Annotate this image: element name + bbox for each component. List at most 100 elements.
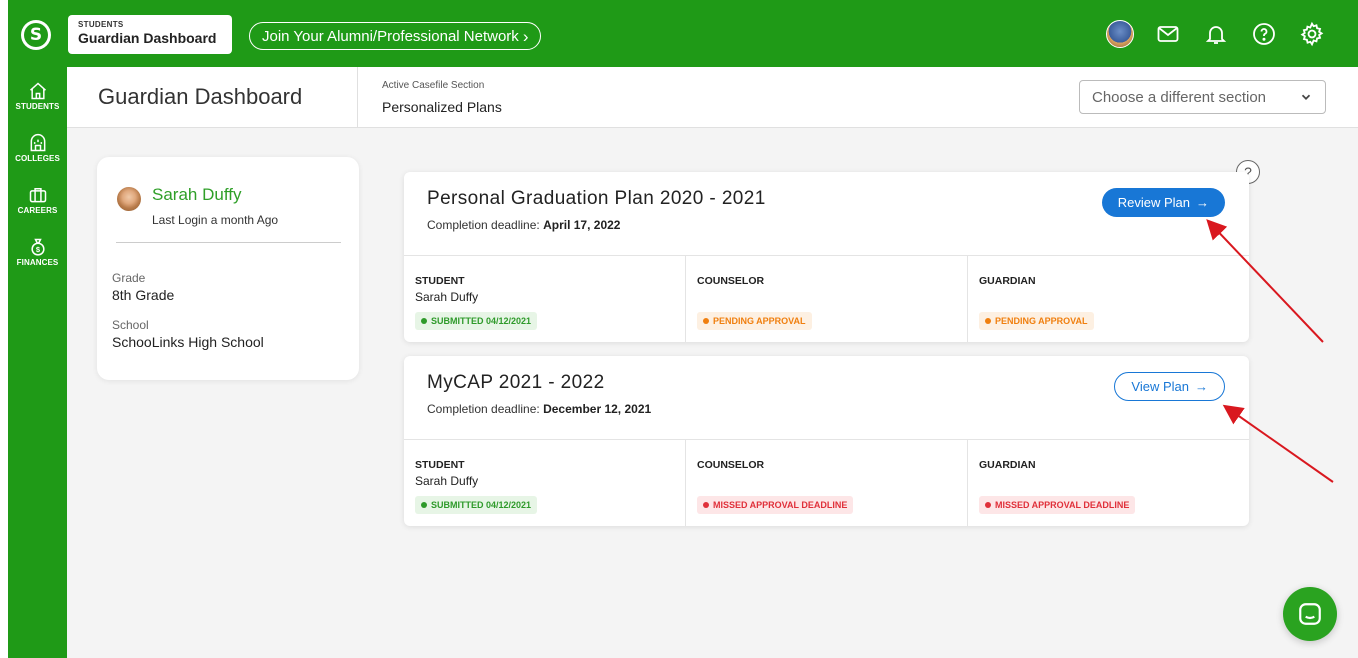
plan-status-columns: STUDENT Sarah Duffy SUBMITTED 04/12/2021… (404, 256, 1249, 342)
deadline-prefix: Completion deadline: (427, 218, 540, 232)
guardian-column: GUARDIAN PENDING APPROVAL (968, 256, 1249, 342)
deadline-date: April 17, 2022 (543, 218, 621, 232)
active-section-label: Active Casefile Section (382, 80, 485, 91)
sidebar-item-label: STUDENTS (15, 102, 60, 111)
status-badge: SUBMITTED 04/12/2021 (415, 312, 538, 330)
home-icon (29, 82, 46, 100)
school-label: School (112, 318, 149, 332)
column-header: GUARDIAN (979, 275, 1036, 287)
schoolinks-logo[interactable]: S (21, 20, 51, 50)
status-dot (985, 318, 991, 324)
section-select-dropdown[interactable]: Choose a different section (1079, 80, 1326, 114)
column-header: STUDENT (415, 275, 465, 287)
counselor-column: COUNSELOR PENDING APPROVAL (686, 256, 968, 342)
bell-icon[interactable] (1202, 20, 1230, 48)
view-plan-button[interactable]: View Plan → (1114, 372, 1225, 401)
svg-text:$: $ (35, 245, 40, 254)
status-badge: SUBMITTED 04/12/2021 (415, 496, 538, 514)
status-dot (421, 502, 427, 508)
column-header: COUNSELOR (697, 275, 765, 287)
arrow-right-icon: → (1196, 195, 1209, 210)
section-select-placeholder: Choose a different section (1092, 88, 1267, 106)
plan-title: Personal Graduation Plan 2020 - 2021 (427, 188, 766, 209)
status-dot (703, 502, 709, 508)
app-switcher-title: Guardian Dashboard (78, 30, 217, 46)
header-divider (357, 67, 358, 128)
student-column: STUDENT Sarah Duffy SUBMITTED 04/12/2021 (404, 256, 686, 342)
help-icon[interactable] (1250, 20, 1278, 48)
guardian-column: GUARDIAN MISSED APPROVAL DEADLINE (968, 440, 1249, 526)
status-badge: PENDING APPROVAL (979, 312, 1094, 330)
deadline-prefix: Completion deadline: (427, 402, 540, 416)
mail-icon[interactable] (1154, 20, 1182, 48)
plan-card-header: MyCAP 2021 - 2022 Completion deadline: D… (404, 356, 1249, 440)
briefcase-icon (29, 188, 46, 203)
plan-card-graduation: Personal Graduation Plan 2020 - 2021 Com… (404, 172, 1249, 342)
column-header: STUDENT (415, 459, 465, 471)
student-name[interactable]: Sarah Duffy (152, 185, 241, 205)
money-bag-icon: $ (30, 238, 45, 256)
arrow-right-icon: → (1195, 379, 1208, 394)
chevron-right-icon: › (522, 26, 529, 46)
top-icon-group (1106, 20, 1326, 48)
plan-deadline: Completion deadline: December 12, 2021 (427, 402, 651, 416)
status-text: SUBMITTED 04/12/2021 (431, 316, 532, 326)
student-column: STUDENT Sarah Duffy SUBMITTED 04/12/2021 (404, 440, 686, 526)
column-header: GUARDIAN (979, 459, 1036, 471)
join-network-button[interactable]: Join Your Alumni/Professional Network › (249, 22, 542, 50)
student-avatar (117, 187, 141, 211)
column-header: COUNSELOR (697, 459, 765, 471)
app-window: S STUDENTS Guardian Dashboard Join Your … (8, 0, 1358, 658)
profile-divider (116, 242, 341, 243)
chat-launcher-button[interactable] (1283, 587, 1337, 641)
avatar-image (1106, 20, 1134, 48)
sidebar-item-colleges[interactable]: COLLEGES (8, 133, 67, 163)
active-section-value: Personalized Plans (382, 99, 502, 115)
left-sidebar: STUDENTS COLLEGES CAREERS $ FINANCES (8, 67, 67, 658)
user-avatar[interactable] (1106, 20, 1134, 48)
status-dot (421, 318, 427, 324)
column-person: Sarah Duffy (415, 474, 479, 488)
column-person: Sarah Duffy (415, 290, 479, 304)
status-text: MISSED APPROVAL DEADLINE (713, 500, 848, 510)
grade-value: 8th Grade (112, 287, 175, 303)
status-badge: PENDING APPROVAL (697, 312, 812, 330)
plan-deadline: Completion deadline: April 17, 2022 (427, 218, 620, 232)
grade-label: Grade (112, 271, 146, 285)
status-dot (703, 318, 709, 324)
status-dot (985, 502, 991, 508)
page-title: Guardian Dashboard (98, 84, 303, 109)
school-value: SchooLinks High School (112, 334, 264, 350)
app-switcher[interactable]: STUDENTS Guardian Dashboard (68, 15, 232, 54)
status-text: SUBMITTED 04/12/2021 (431, 500, 532, 510)
counselor-column: COUNSELOR MISSED APPROVAL DEADLINE (686, 440, 968, 526)
status-badge: MISSED APPROVAL DEADLINE (979, 496, 1136, 514)
review-plan-label: Review Plan (1117, 195, 1190, 210)
sidebar-item-label: FINANCES (16, 258, 59, 267)
page-header: Guardian Dashboard Active Casefile Secti… (67, 67, 1358, 128)
chat-icon (1299, 603, 1321, 625)
gear-icon[interactable] (1298, 20, 1326, 48)
status-text: PENDING APPROVAL (995, 316, 1088, 326)
deadline-date: December 12, 2021 (543, 402, 652, 416)
sidebar-item-finances[interactable]: $ FINANCES (8, 237, 67, 267)
plan-card-header: Personal Graduation Plan 2020 - 2021 Com… (404, 172, 1249, 256)
review-plan-button[interactable]: Review Plan → (1101, 188, 1225, 217)
logo-mark: S (24, 23, 48, 47)
college-icon (30, 133, 45, 152)
plan-status-columns: STUDENT Sarah Duffy SUBMITTED 04/12/2021… (404, 440, 1249, 526)
chevron-down-icon (1301, 94, 1311, 100)
plan-title: MyCAP 2021 - 2022 (427, 372, 605, 393)
last-login-text: Last Login a month Ago (152, 213, 279, 227)
sidebar-item-careers[interactable]: CAREERS (8, 185, 67, 215)
join-network-label: Join Your Alumni/Professional Network (262, 27, 519, 45)
student-profile-card: Sarah Duffy Last Login a month Ago Grade… (97, 157, 359, 380)
sidebar-item-students[interactable]: STUDENTS (8, 81, 67, 111)
sidebar-item-label: CAREERS (17, 206, 58, 215)
status-text: PENDING APPROVAL (713, 316, 806, 326)
sidebar-item-label: COLLEGES (15, 154, 60, 163)
view-plan-label: View Plan (1131, 379, 1189, 394)
status-badge: MISSED APPROVAL DEADLINE (697, 496, 854, 514)
top-navigation-bar: S STUDENTS Guardian Dashboard Join Your … (8, 0, 1358, 67)
app-switcher-caption: STUDENTS (78, 20, 124, 29)
